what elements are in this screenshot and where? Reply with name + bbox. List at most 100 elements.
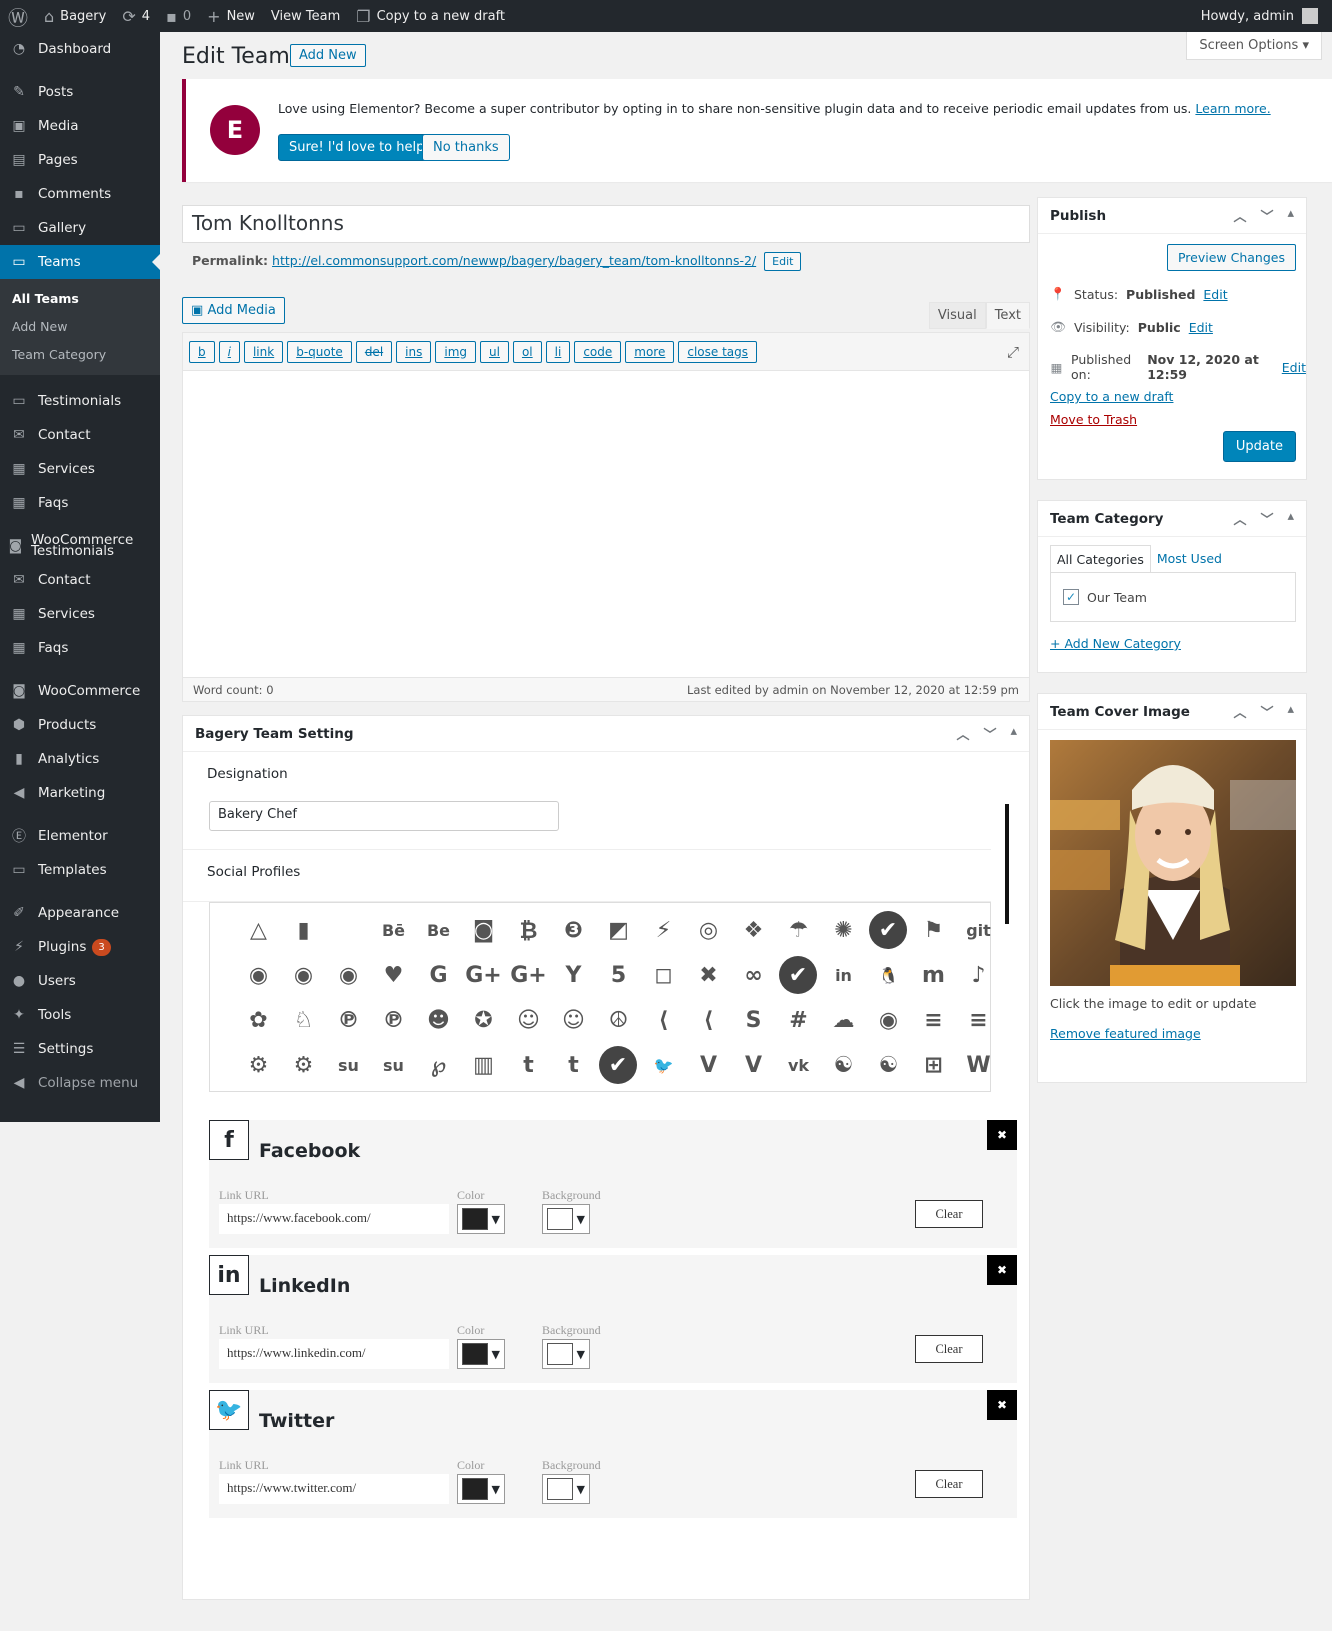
social-icon-option-41[interactable]: ☺ <box>506 998 551 1043</box>
quicktag-img-button[interactable]: img <box>435 340 476 363</box>
view-team-link[interactable]: View Team <box>263 0 348 32</box>
toggle-icon[interactable]: ▴ <box>1287 206 1294 225</box>
social-icon-option-60[interactable]: ✔ <box>599 1046 637 1084</box>
add-media-button[interactable]: ▣ Add Media <box>182 297 285 324</box>
social-icon-option-34[interactable]: ♪ <box>956 953 1001 998</box>
sidebar-item-woocommerce-testimonials[interactable]: ◙ WooCommerce Testimonials <box>0 529 160 563</box>
my-account-link[interactable]: Howdy, admin <box>1201 8 1332 24</box>
permalink-edit-button[interactable]: Edit <box>764 252 802 271</box>
quicktag-link-button[interactable]: link <box>243 340 284 363</box>
move-up-icon[interactable]: ︿ <box>1233 206 1246 225</box>
social-icon-option-13[interactable]: ☂ <box>776 908 821 953</box>
color-picker[interactable]: ▼ <box>457 1339 505 1369</box>
social-icon-option-40[interactable]: ✪ <box>461 998 506 1043</box>
quicktag-ul-button[interactable]: ul <box>480 340 509 363</box>
toggle-icon[interactable]: ▴ <box>1287 509 1294 528</box>
wordpress-logo-button[interactable]: Ⓦ <box>0 0 36 32</box>
remove-featured-image-link[interactable]: Remove featured image <box>1050 1026 1201 1041</box>
social-icon-option-27[interactable]: ◻ <box>641 953 686 998</box>
learn-more-link[interactable]: Learn more. <box>1195 101 1270 116</box>
social-icon-option-24[interactable]: G+ <box>506 953 551 998</box>
social-icon-option-49[interactable]: ◉ <box>866 998 911 1043</box>
scrollbar[interactable] <box>1005 804 1009 924</box>
quicktag-b-button[interactable]: b <box>189 340 215 363</box>
social-icon-option-29[interactable]: ∞ <box>731 953 776 998</box>
social-icon-option-31[interactable]: in <box>821 953 866 998</box>
add-new-category-link[interactable]: + Add New Category <box>1050 636 1181 651</box>
social-icon-option-8[interactable]: ❸ <box>551 908 596 953</box>
remove-profile-button[interactable]: ✖ <box>987 1255 1017 1285</box>
comments-link[interactable]: ▪ 0 <box>158 0 199 32</box>
screen-options-button[interactable]: Screen Options ▾ <box>1186 32 1322 60</box>
sidebar-item-gallery[interactable]: ▭ Gallery <box>0 211 160 245</box>
sidebar-item-services[interactable]: ▦ Services <box>0 452 160 486</box>
quicktag-li-button[interactable]: li <box>545 340 571 363</box>
submenu-item-add-new[interactable]: Add New <box>0 313 160 341</box>
social-icon-option-9[interactable]: ◩ <box>596 908 641 953</box>
category-checkbox[interactable]: ✓ <box>1063 589 1079 605</box>
add-new-button[interactable]: Add New <box>290 44 366 67</box>
social-icon-option-48[interactable]: ☁ <box>821 998 866 1043</box>
sidebar-item-woocommerce[interactable]: ◙ WooCommerce <box>0 674 160 708</box>
social-icon-option-52[interactable]: ⚙ <box>236 1043 281 1088</box>
sidebar-item-testimonials[interactable]: ▭ Testimonials <box>0 384 160 418</box>
social-icon-option-51[interactable]: ≡ <box>956 998 1001 1043</box>
new-content-link[interactable]: + New <box>199 0 263 32</box>
quicktag-i-button[interactable]: i <box>218 340 240 363</box>
updates-link[interactable]: ⟳ 4 <box>114 0 158 32</box>
link-url-input[interactable]: https://www.facebook.com/ <box>219 1204 449 1234</box>
sidebar-item-tools[interactable]: ✦ Tools <box>0 998 160 1032</box>
sidebar-item-posts[interactable]: ✎ Posts <box>0 75 160 109</box>
sidebar-item-dashboard[interactable]: ◔ Dashboard <box>0 32 160 66</box>
social-icon-option-19[interactable]: ◉ <box>281 953 326 998</box>
quicktag-del-button[interactable]: del <box>355 340 393 363</box>
quicktag-close-tags-button[interactable]: close tags <box>678 340 758 363</box>
social-icon-option-50[interactable]: ≡ <box>911 998 956 1043</box>
social-icon-option-47[interactable]: # <box>776 998 821 1043</box>
move-down-icon[interactable]: ﹀ <box>983 724 996 743</box>
quicktag-ins-button[interactable]: ins <box>396 340 432 363</box>
designation-input[interactable]: Bakery Chef <box>209 801 559 831</box>
social-icon-option-5[interactable]: Be <box>416 908 461 953</box>
social-icon-option-45[interactable]: ⟨ <box>686 998 731 1043</box>
social-icon-option-14[interactable]: ✺ <box>821 908 866 953</box>
sidebar-item-contact[interactable]: ✉ Contact <box>0 563 160 597</box>
social-icon-option-53[interactable]: ⚙ <box>281 1043 326 1088</box>
sidebar-item-appearance[interactable]: ✐ Appearance <box>0 896 160 930</box>
fullscreen-icon[interactable]: ⤢ <box>1007 343 1019 361</box>
move-up-icon[interactable]: ︿ <box>956 724 969 743</box>
toggle-icon[interactable]: ▴ <box>1010 724 1017 743</box>
social-icon-option-28[interactable]: ✖ <box>686 953 731 998</box>
content-editor[interactable]: b i link b-quote del ins img ul ol li code more clos… <box>182 332 1030 702</box>
sidebar-item-media[interactable]: ▣ Media <box>0 109 160 143</box>
social-icon-option-21[interactable]: ♥ <box>371 953 416 998</box>
social-icon-option-6[interactable]: ◙ <box>461 908 506 953</box>
social-icon-option-22[interactable]: G <box>416 953 461 998</box>
social-icon-option-61[interactable]: 🐦 <box>641 1043 686 1088</box>
color-picker[interactable]: ▼ <box>457 1204 505 1234</box>
social-icon-option-68[interactable]: W <box>956 1043 1001 1088</box>
link-url-input[interactable]: https://www.linkedin.com/ <box>219 1339 449 1369</box>
social-icon-option-55[interactable]: su <box>371 1043 416 1088</box>
move-down-icon[interactable]: ﹀ <box>1260 206 1273 225</box>
preview-changes-button[interactable]: Preview Changes <box>1166 244 1296 271</box>
submenu-item-all-teams[interactable]: All Teams <box>0 285 160 313</box>
social-icon-option-46[interactable]: S <box>731 998 776 1043</box>
edit-visibility-link[interactable]: Edit <box>1189 320 1213 335</box>
remove-profile-button[interactable]: ✖ <box>987 1120 1017 1150</box>
social-icon-option-17[interactable]: git <box>956 908 1001 953</box>
social-icon-option-42[interactable]: ☺ <box>551 998 596 1043</box>
move-up-icon[interactable]: ︿ <box>1233 702 1246 721</box>
sidebar-item-elementor[interactable]: Ⓔ Elementor <box>0 819 160 853</box>
social-icon-option-57[interactable]: ▥ <box>461 1043 506 1088</box>
tab-all-categories[interactable]: All Categories <box>1050 545 1151 574</box>
sidebar-item-contact[interactable]: ✉ Contact <box>0 418 160 452</box>
social-icon-option-26[interactable]: 5 <box>596 953 641 998</box>
sidebar-item-pages[interactable]: ▤ Pages <box>0 143 160 177</box>
move-down-icon[interactable]: ﹀ <box>1260 509 1273 528</box>
social-icon-option-3[interactable] <box>326 908 371 953</box>
social-icon-option-36[interactable]: ♘ <box>281 998 326 1043</box>
sidebar-item-comments[interactable]: ▪ Comments <box>0 177 160 211</box>
quicktag-ol-button[interactable]: ol <box>512 340 542 363</box>
social-icon-option-4[interactable]: Bē <box>371 908 416 953</box>
